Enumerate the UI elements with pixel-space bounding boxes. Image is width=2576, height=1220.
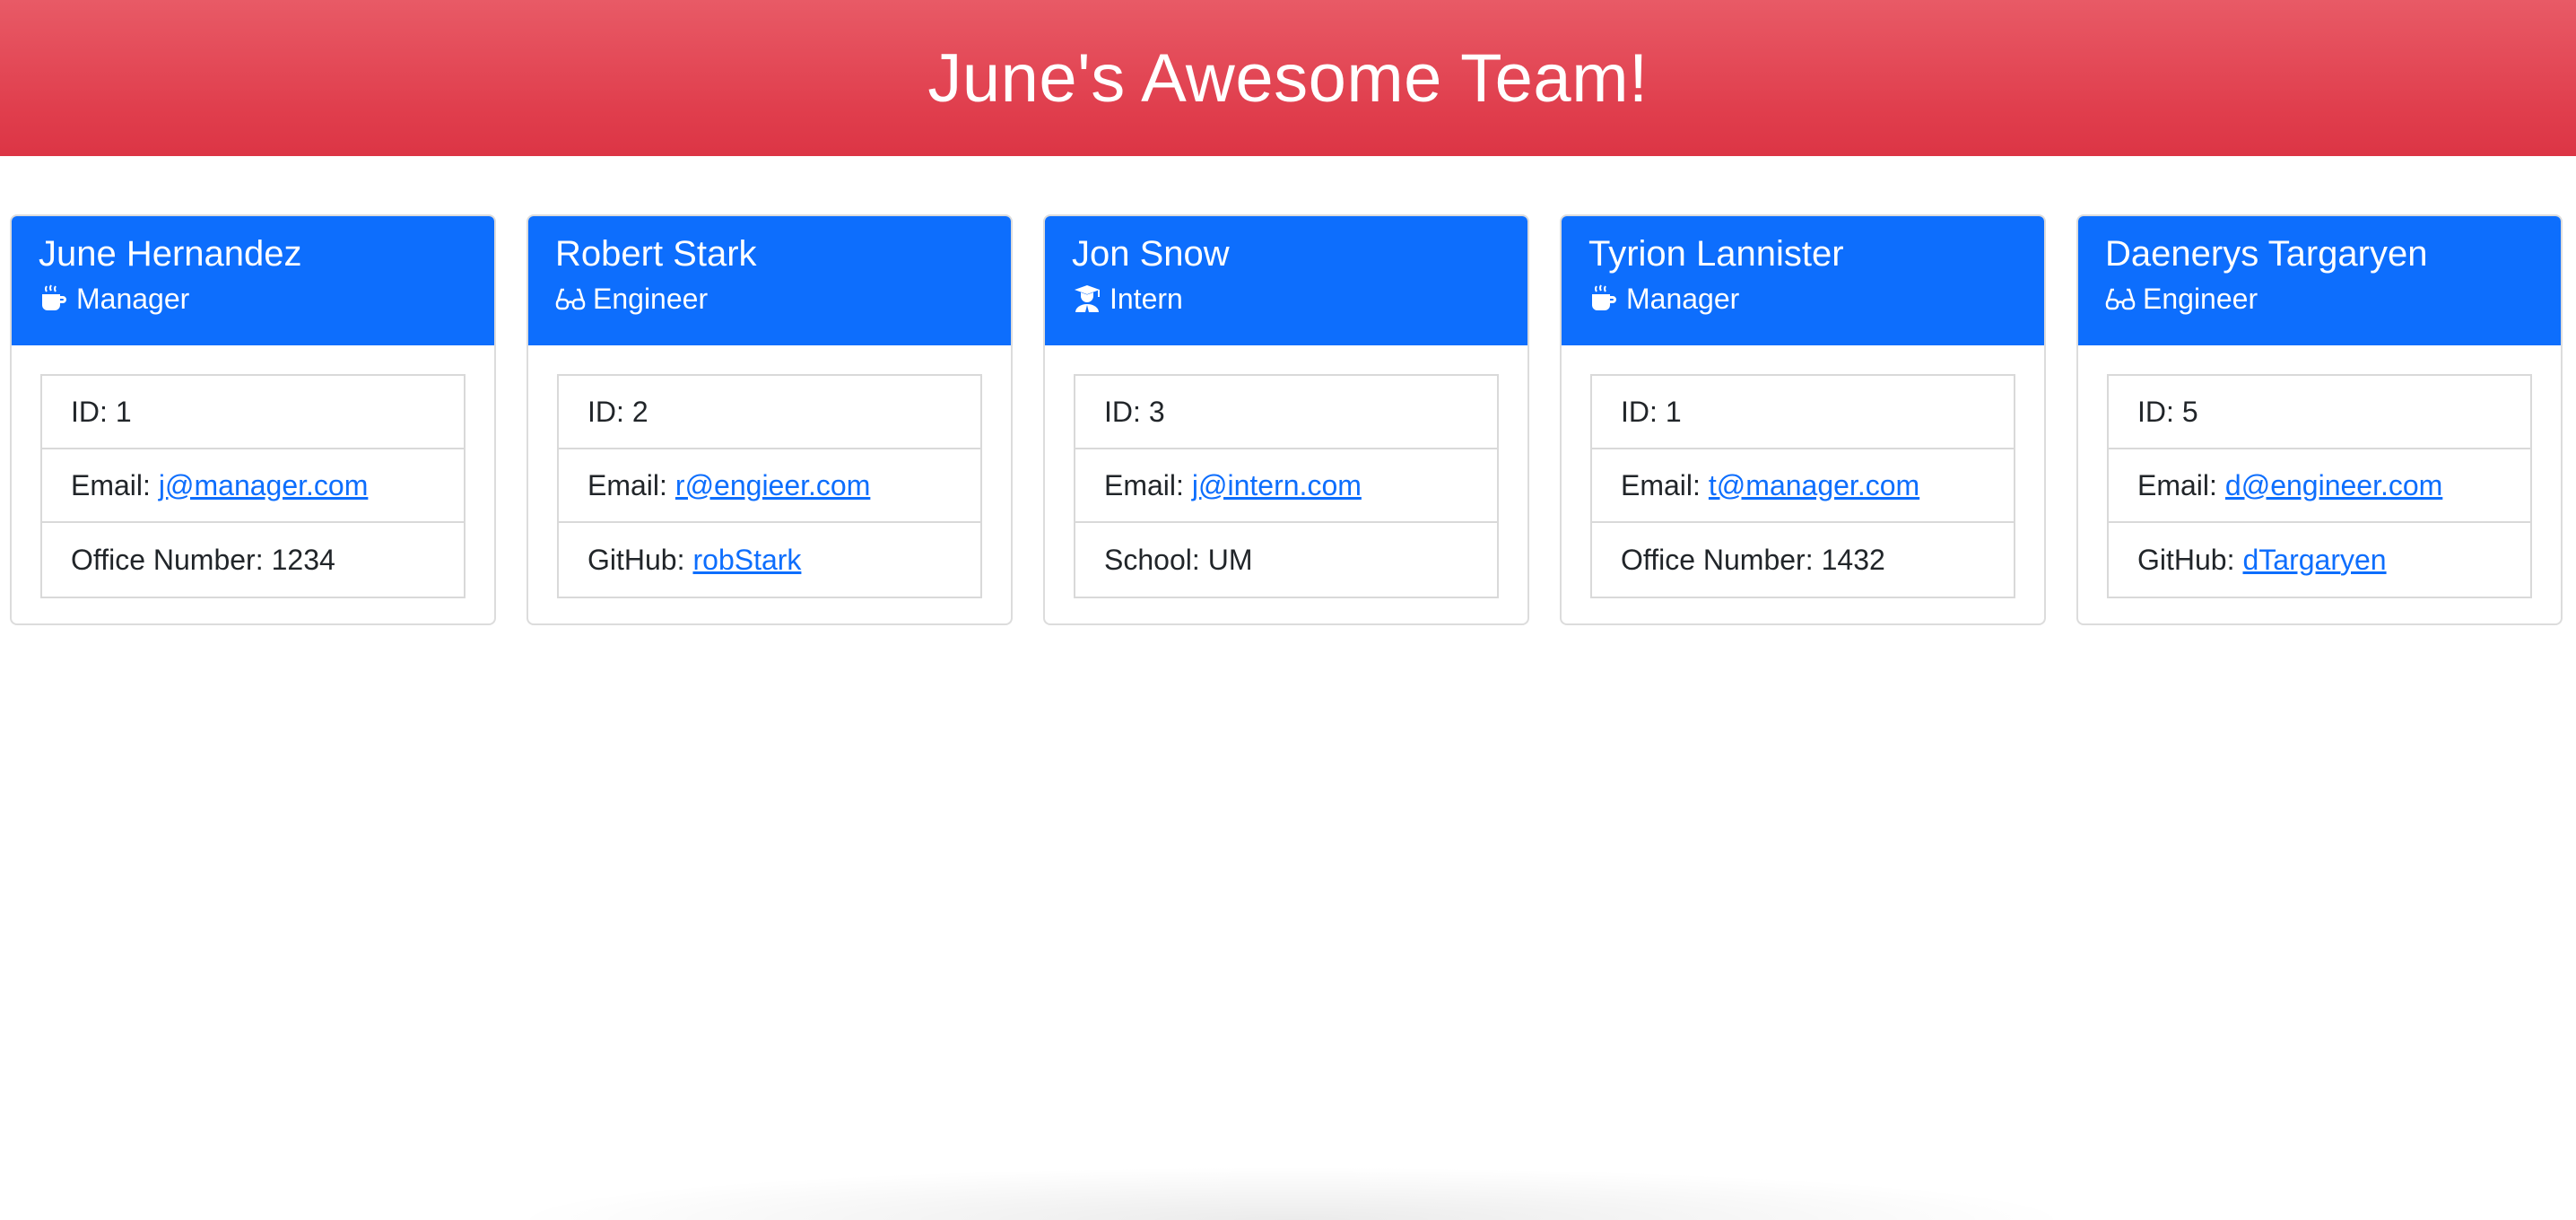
email-label: Email: <box>587 468 667 501</box>
employee-role: Intern <box>1072 279 1501 318</box>
employee-role: Manager <box>1588 279 2017 318</box>
school-value: UM <box>1207 543 1253 576</box>
user-graduate-icon <box>1072 283 1102 314</box>
employee-role: Manager <box>39 279 467 318</box>
id-value: 2 <box>631 395 648 428</box>
bottom-shadow <box>502 1166 2081 1220</box>
school-label: School: <box>1104 543 1200 576</box>
office-number-value: 1432 <box>1821 543 1885 576</box>
email-item: Email: j@intern.com <box>1075 449 1497 523</box>
employee-card: Daenerys Targaryen Engineer ID: 5 Email:… <box>2076 214 2563 625</box>
employee-card: Jon Snow Intern ID: 3 Email: j@intern.co… <box>1043 214 1529 625</box>
card-header: Jon Snow Intern <box>1045 216 1527 345</box>
id-item: ID: 1 <box>1592 376 2014 449</box>
email-link[interactable]: t@manager.com <box>1709 469 1919 502</box>
email-link[interactable]: j@manager.com <box>159 469 368 502</box>
id-item: ID: 3 <box>1075 376 1497 449</box>
email-label: Email: <box>1104 468 1184 501</box>
employee-name: June Hernandez <box>39 234 302 274</box>
id-item: ID: 5 <box>2109 376 2530 449</box>
role-label: Engineer <box>593 283 709 315</box>
email-item: Email: t@manager.com <box>1592 449 2014 523</box>
mug-hot-icon <box>1588 283 1619 314</box>
card-header: Robert Stark Engineer <box>528 216 1011 345</box>
office-number-item: Office Number: 1234 <box>42 523 464 597</box>
office-number-label: Office Number: <box>1621 543 1814 576</box>
card-body: ID: 1 Email: t@manager.com Office Number… <box>1562 345 2044 598</box>
id-label: ID: <box>587 395 624 428</box>
id-value: 1 <box>115 395 132 428</box>
github-label: GitHub: <box>587 543 685 576</box>
email-link[interactable]: j@intern.com <box>1192 469 1362 502</box>
employee-role: Engineer <box>2105 279 2534 318</box>
id-label: ID: <box>1621 395 1658 428</box>
card-body: ID: 1 Email: j@manager.com Office Number… <box>12 345 494 598</box>
github-link[interactable]: robStark <box>692 544 801 577</box>
page-header: June's Awesome Team! <box>0 0 2576 156</box>
role-label: Manager <box>76 283 190 315</box>
employee-card: Tyrion Lannister Manager ID: 1 Email: t@… <box>1560 214 2046 625</box>
email-label: Email: <box>1621 468 1701 501</box>
email-label: Email: <box>2137 468 2217 501</box>
details-list: ID: 1 Email: j@manager.com Office Number… <box>40 374 466 598</box>
details-list: ID: 2 Email: r@engieer.com GitHub: robSt… <box>557 374 982 598</box>
employee-card: June Hernandez Manager ID: 1 Email: j@ma… <box>10 214 496 625</box>
id-value: 5 <box>2181 395 2198 428</box>
github-label: GitHub: <box>2137 543 2235 576</box>
team-cards: June Hernandez Manager ID: 1 Email: j@ma… <box>10 214 2563 625</box>
glasses-icon <box>2105 283 2136 314</box>
employee-role: Engineer <box>555 279 984 318</box>
card-body: ID: 2 Email: r@engieer.com GitHub: robSt… <box>528 345 1011 598</box>
github-link[interactable]: dTargaryen <box>2242 544 2386 577</box>
office-number-value: 1234 <box>271 543 335 576</box>
office-number-label: Office Number: <box>71 543 264 576</box>
id-value: 1 <box>1665 395 1682 428</box>
id-item: ID: 1 <box>42 376 464 449</box>
email-item: Email: d@engineer.com <box>2109 449 2530 523</box>
card-header: Tyrion Lannister Manager <box>1562 216 2044 345</box>
card-body: ID: 3 Email: j@intern.com School: UM <box>1045 345 1527 598</box>
role-label: Engineer <box>2143 283 2258 315</box>
email-item: Email: r@engieer.com <box>559 449 980 523</box>
employee-name: Jon Snow <box>1072 234 1230 274</box>
id-label: ID: <box>71 395 108 428</box>
email-label: Email: <box>71 468 151 501</box>
employee-card: Robert Stark Engineer ID: 2 Email: r@eng… <box>527 214 1013 625</box>
card-header: Daenerys Targaryen Engineer <box>2078 216 2561 345</box>
id-label: ID: <box>2137 395 2174 428</box>
github-item: GitHub: dTargaryen <box>2109 523 2530 597</box>
office-number-item: Office Number: 1432 <box>1592 523 2014 597</box>
page-title: June's Awesome Team! <box>927 39 1649 117</box>
id-item: ID: 2 <box>559 376 980 449</box>
mug-hot-icon <box>39 283 69 314</box>
email-link[interactable]: r@engieer.com <box>675 469 870 502</box>
details-list: ID: 5 Email: d@engineer.com GitHub: dTar… <box>2107 374 2532 598</box>
email-link[interactable]: d@engineer.com <box>2225 469 2442 502</box>
email-item: Email: j@manager.com <box>42 449 464 523</box>
details-list: ID: 3 Email: j@intern.com School: UM <box>1074 374 1499 598</box>
role-label: Manager <box>1626 283 1740 315</box>
school-item: School: UM <box>1075 523 1497 597</box>
card-body: ID: 5 Email: d@engineer.com GitHub: dTar… <box>2078 345 2561 598</box>
github-item: GitHub: robStark <box>559 523 980 597</box>
role-label: Intern <box>1110 283 1183 315</box>
employee-name: Daenerys Targaryen <box>2105 234 2428 274</box>
employee-name: Robert Stark <box>555 234 757 274</box>
glasses-icon <box>555 283 586 314</box>
card-header: June Hernandez Manager <box>12 216 494 345</box>
id-label: ID: <box>1104 395 1141 428</box>
employee-name: Tyrion Lannister <box>1588 234 1844 274</box>
details-list: ID: 1 Email: t@manager.com Office Number… <box>1590 374 2015 598</box>
id-value: 3 <box>1148 395 1165 428</box>
